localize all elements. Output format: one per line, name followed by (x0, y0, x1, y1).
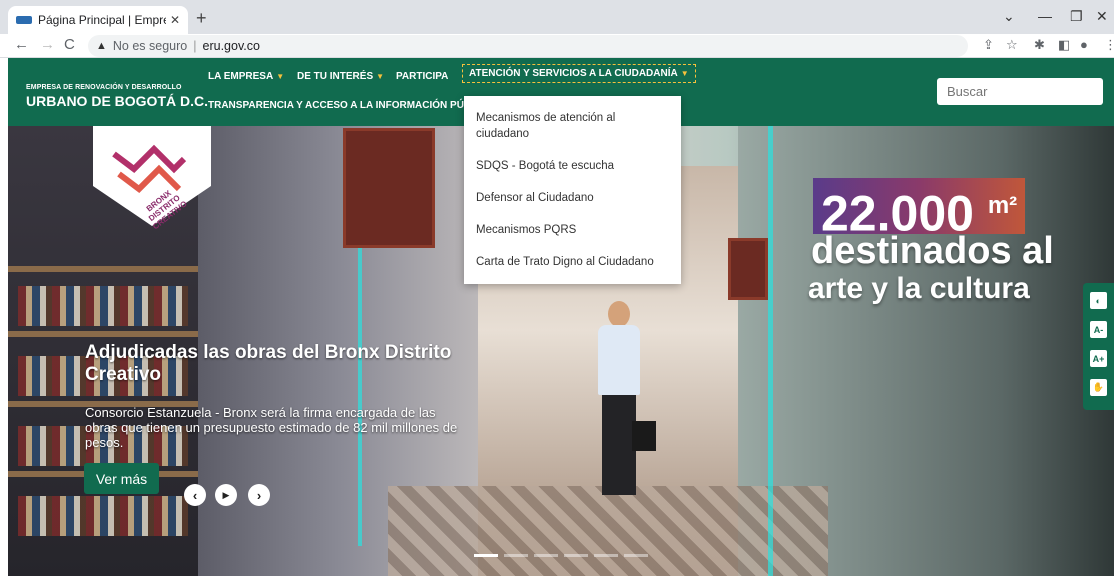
books (18, 496, 188, 536)
url-text[interactable]: eru.gov.co (203, 39, 260, 53)
nav-de-tu-interes[interactable]: DE TU INTERÉS ▼ (297, 71, 384, 82)
profile-icon[interactable]: ● (1080, 37, 1088, 52)
carousel-dot-2[interactable] (504, 554, 528, 557)
person-shirt (598, 325, 640, 395)
carousel-dot-1[interactable] (474, 554, 498, 557)
address-bar[interactable]: ▲ No es seguro | eru.gov.co (88, 35, 968, 57)
not-secure-label[interactable]: No es seguro (113, 39, 187, 53)
nav-transparencia[interactable]: TRANSPARENCIA Y ACCESO A LA INFORMACIÓN … (208, 100, 480, 111)
logo-big-text[interactable]: URBANO DE BOGOTÁ D.C. (26, 93, 208, 109)
neon-strip (768, 126, 773, 576)
site-favicon-icon (16, 16, 32, 24)
shelf (8, 331, 198, 337)
carousel-next-icon[interactable]: › (248, 484, 270, 506)
nav-atencion[interactable]: ATENCIÓN Y SERVICIOS A LA CIUDADANÍA ▼ (462, 64, 696, 83)
logo-small-text[interactable]: EMPRESA DE RENOVACIÓN Y DESARROLLO (26, 84, 182, 91)
warning-icon[interactable]: ▲ (96, 40, 107, 52)
menu-icon[interactable]: ⋮ (1104, 37, 1114, 53)
browser-toolbar: ← → C ▲ No es seguro | eru.gov.co ⇪ ☆ ✱ … (0, 34, 1114, 58)
font-smaller-icon[interactable]: A- (1090, 321, 1107, 338)
stat-line-1: destinados al (811, 230, 1054, 272)
accessibility-bar: ◐ A- A+ ✋ (1083, 283, 1114, 410)
extensions-icon[interactable]: ✱ (1034, 37, 1045, 53)
search-input[interactable] (937, 78, 1103, 105)
restore-icon[interactable]: ❐ (1070, 8, 1083, 25)
dropdown-item-pqrs[interactable]: Mecanismos PQRS (476, 222, 671, 238)
bookmark-star-icon[interactable]: ☆ (1006, 37, 1018, 53)
share-icon[interactable]: ⇪ (983, 37, 994, 53)
sign-language-icon[interactable]: ✋ (1090, 379, 1107, 396)
person-head (608, 301, 630, 327)
caret-down-icon: ▼ (376, 72, 385, 81)
carousel-dot-5[interactable] (594, 554, 618, 557)
nav-de-tu-interes-label: DE TU INTERÉS (297, 71, 374, 82)
carousel-dot-3[interactable] (534, 554, 558, 557)
side-panel-icon[interactable]: ◧ (1058, 37, 1070, 53)
tab-list-icon[interactable]: ⌄ (1003, 8, 1015, 25)
back-icon[interactable]: ← (14, 36, 29, 53)
caret-down-icon: ▼ (680, 69, 689, 78)
nav-participa[interactable]: PARTICIPA (396, 71, 448, 82)
nav-la-empresa[interactable]: LA EMPRESA ▼ (208, 71, 284, 82)
carousel-dot-6[interactable] (624, 554, 648, 557)
books (18, 286, 188, 326)
dropdown-item-carta-trato[interactable]: Carta de Trato Digno al Ciudadano (476, 254, 671, 270)
hanging-sign-image (728, 238, 768, 300)
reload-icon[interactable]: C (64, 36, 75, 53)
stat-unit: m² (987, 192, 1018, 219)
nav-participa-label: PARTICIPA (396, 71, 449, 82)
stat-line-2: arte y la cultura (808, 272, 1030, 305)
nav-la-empresa-label: LA EMPRESA (208, 71, 274, 82)
dropdown-item-sdqs[interactable]: SDQS - Bogotá te escucha (476, 158, 671, 174)
address-separator: | (193, 39, 197, 53)
forward-icon[interactable]: → (40, 36, 55, 53)
new-tab-icon[interactable]: + (196, 8, 207, 29)
hero-subtext: Consorcio Estanzuela - Bronx será la fir… (85, 405, 458, 450)
dropdown-item-defensor[interactable]: Defensor al Ciudadano (476, 190, 671, 206)
stat-number: 22.000 m² (813, 178, 1026, 242)
minimize-icon[interactable]: — (1038, 8, 1052, 24)
hero-headline: Adjudicadas las obras del Bronx Distrito… (85, 342, 452, 385)
caret-down-icon: ▼ (276, 72, 285, 81)
person-pants (602, 395, 636, 495)
carousel-prev-icon[interactable]: ‹ (184, 484, 206, 506)
person-walking-image (588, 301, 656, 501)
nav-transparencia-label: TRANSPARENCIA Y ACCESO A LA INFORMACIÓN … (208, 100, 481, 111)
font-bigger-icon[interactable]: A+ (1090, 350, 1107, 367)
nav-atencion-label: ATENCIÓN Y SERVICIOS A LA CIUDADANÍA (469, 68, 678, 79)
atencion-dropdown-menu: Mecanismos de atención al ciudadano SDQS… (464, 96, 681, 284)
ver-mas-button[interactable]: Ver más (84, 463, 159, 494)
carousel-dot-4[interactable] (564, 554, 588, 557)
browser-tabstrip: Página Principal | Empresa de Re ✕ + ⌄ —… (0, 0, 1114, 34)
shelf (8, 266, 198, 272)
tab-close-icon[interactable]: ✕ (170, 13, 180, 27)
browser-tab[interactable]: Página Principal | Empresa de Re ✕ (8, 6, 188, 34)
dropdown-item-mecanismos-atencion[interactable]: Mecanismos de atención al ciudadano (476, 110, 671, 142)
person-bag (632, 421, 656, 451)
contrast-icon[interactable]: ◐ (1090, 292, 1107, 309)
hanging-sign-image (343, 128, 435, 248)
window-close-icon[interactable]: ✕ (1096, 8, 1108, 25)
tab-title: Página Principal | Empresa de Re (38, 13, 166, 27)
carousel-play-icon[interactable]: ▶ (215, 484, 237, 506)
